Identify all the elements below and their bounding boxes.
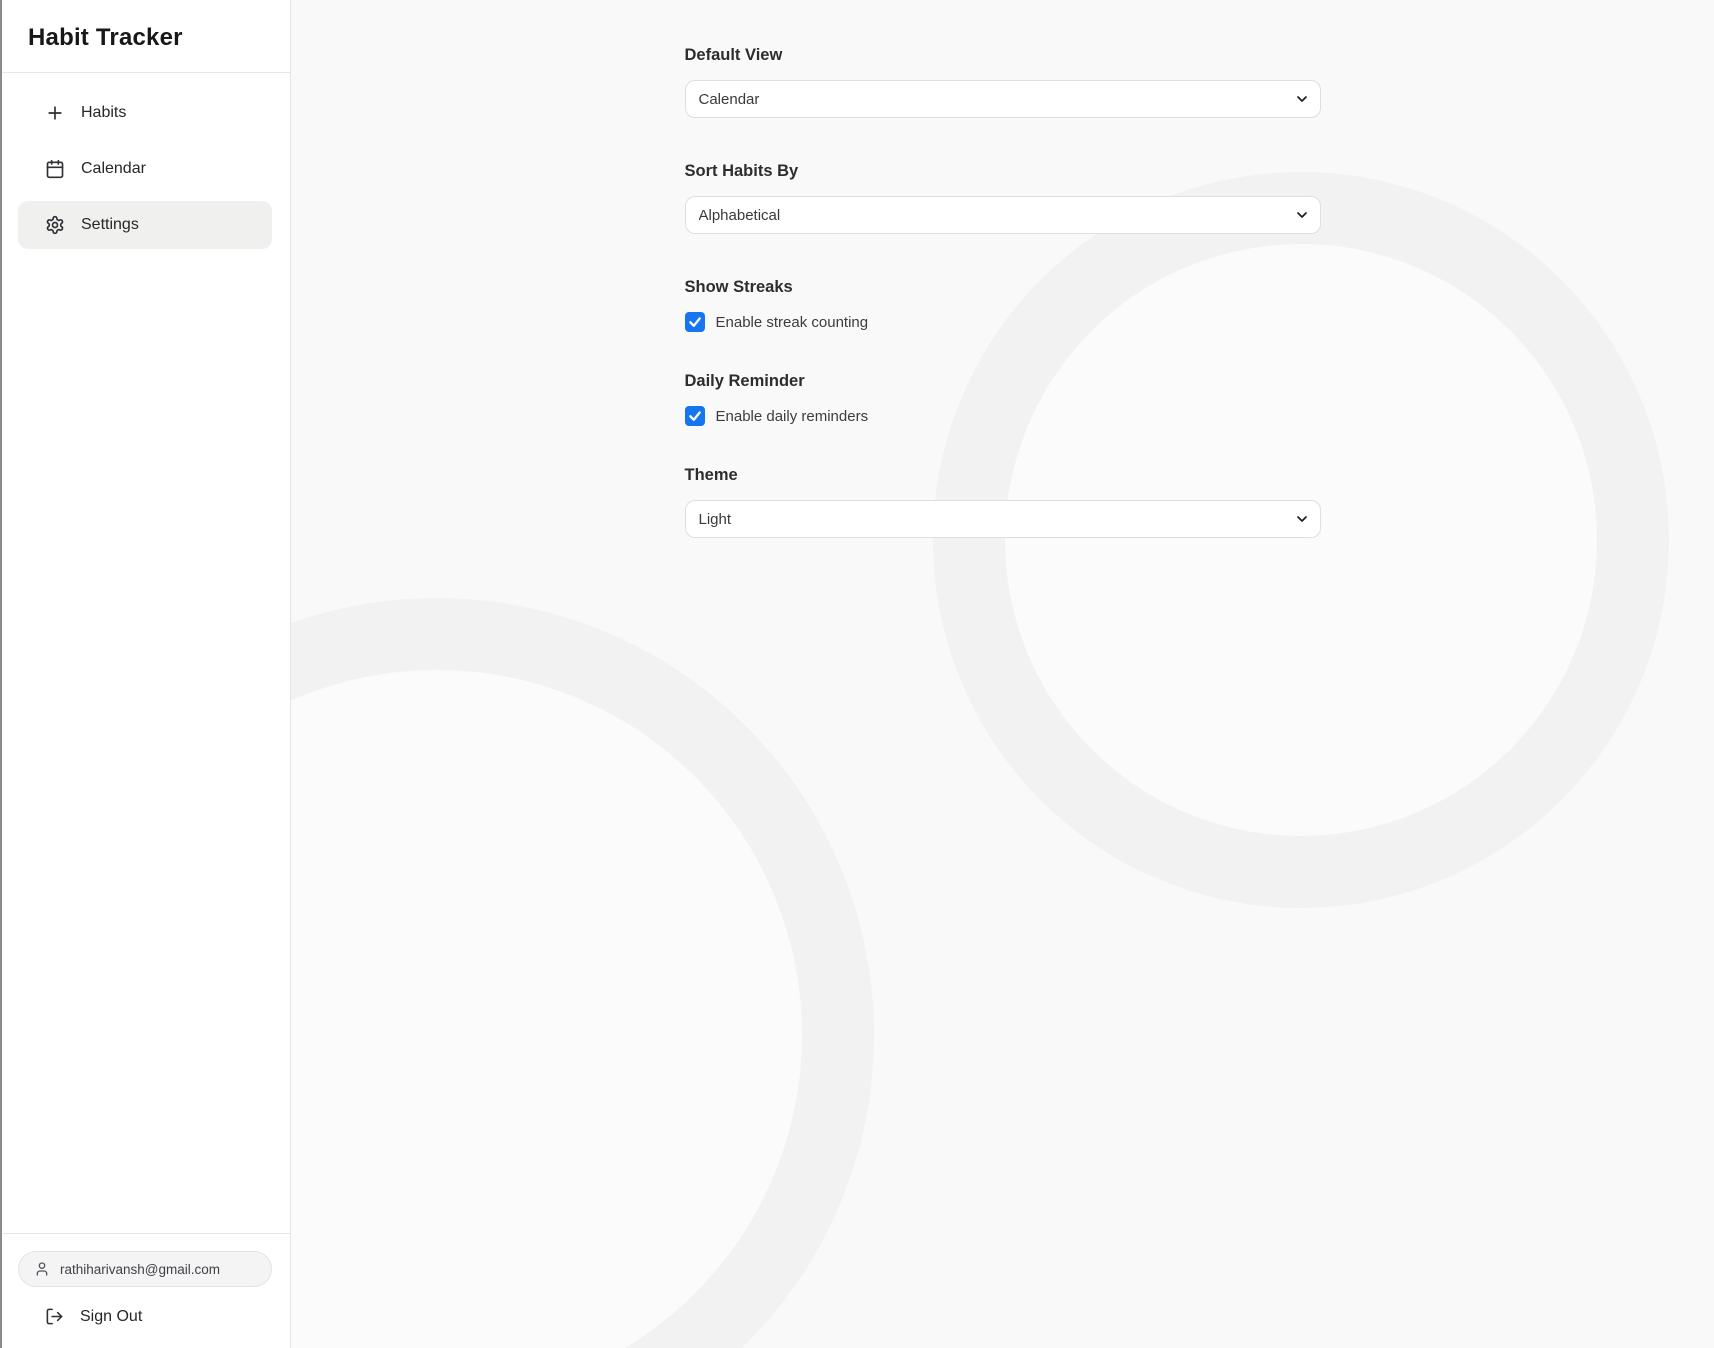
- sidebar-item-calendar[interactable]: Calendar: [18, 145, 272, 193]
- streak-checkbox-label: Enable streak counting: [716, 314, 869, 331]
- user-email: rathiharivansh@gmail.com: [60, 1262, 220, 1277]
- theme-select[interactable]: Light: [685, 500, 1321, 538]
- sort-habits-select[interactable]: Alphabetical: [685, 196, 1321, 234]
- sort-habits-label: Sort Habits By: [685, 162, 1321, 181]
- sidebar-nav: Habits Calendar Settings: [0, 73, 290, 265]
- sidebar-footer: rathiharivansh@gmail.com Sign Out: [0, 1233, 290, 1348]
- sort-habits-section: Sort Habits By Alphabetical: [685, 162, 1321, 234]
- sign-out-label: Sign Out: [80, 1308, 142, 1326]
- sidebar-item-label: Calendar: [81, 160, 146, 178]
- gear-icon: [45, 215, 65, 235]
- daily-reminder-label: Daily Reminder: [685, 372, 1321, 391]
- sidebar-item-label: Habits: [81, 104, 126, 122]
- sign-out-button[interactable]: Sign Out: [18, 1307, 272, 1326]
- theme-label: Theme: [685, 466, 1321, 485]
- settings-page: Default View Calendar Sort Habits By Alp…: [291, 0, 1714, 1348]
- sidebar-footer-divider: [0, 1233, 290, 1234]
- reminder-checkbox[interactable]: [685, 406, 705, 426]
- sidebar-item-label: Settings: [81, 216, 139, 234]
- sidebar-item-habits[interactable]: Habits: [18, 89, 272, 137]
- calendar-icon: [45, 159, 65, 179]
- default-view-select[interactable]: Calendar: [685, 80, 1321, 118]
- default-view-section: Default View Calendar: [685, 46, 1321, 118]
- daily-reminder-section: Daily Reminder Enable daily reminders: [685, 372, 1321, 426]
- window-left-border: [0, 0, 2, 1348]
- decorative-ring-bottom-left: [291, 598, 874, 1348]
- sidebar-item-settings[interactable]: Settings: [18, 201, 272, 249]
- check-icon: [688, 409, 702, 423]
- default-view-label: Default View: [685, 46, 1321, 65]
- settings-form: Default View Calendar Sort Habits By Alp…: [685, 0, 1321, 538]
- show-streaks-section: Show Streaks Enable streak counting: [685, 278, 1321, 332]
- theme-select-wrap: Light: [685, 500, 1321, 538]
- sidebar-header: Habit Tracker: [0, 0, 290, 72]
- reminder-checkbox-row[interactable]: Enable daily reminders: [685, 406, 1321, 426]
- user-icon: [34, 1261, 50, 1277]
- sort-habits-select-wrap: Alphabetical: [685, 196, 1321, 234]
- streak-checkbox[interactable]: [685, 312, 705, 332]
- log-out-icon: [45, 1307, 64, 1326]
- app-title: Habit Tracker: [28, 24, 262, 52]
- plus-icon: [45, 103, 65, 123]
- reminder-checkbox-label: Enable daily reminders: [716, 408, 869, 425]
- user-email-chip[interactable]: rathiharivansh@gmail.com: [18, 1251, 272, 1287]
- sidebar: Habit Tracker Habits Calendar Settin: [0, 0, 291, 1348]
- app-window: Habit Tracker Habits Calendar Settin: [0, 0, 1714, 1348]
- theme-section: Theme Light: [685, 466, 1321, 538]
- show-streaks-label: Show Streaks: [685, 278, 1321, 297]
- streak-checkbox-row[interactable]: Enable streak counting: [685, 312, 1321, 332]
- check-icon: [688, 315, 702, 329]
- default-view-select-wrap: Calendar: [685, 80, 1321, 118]
